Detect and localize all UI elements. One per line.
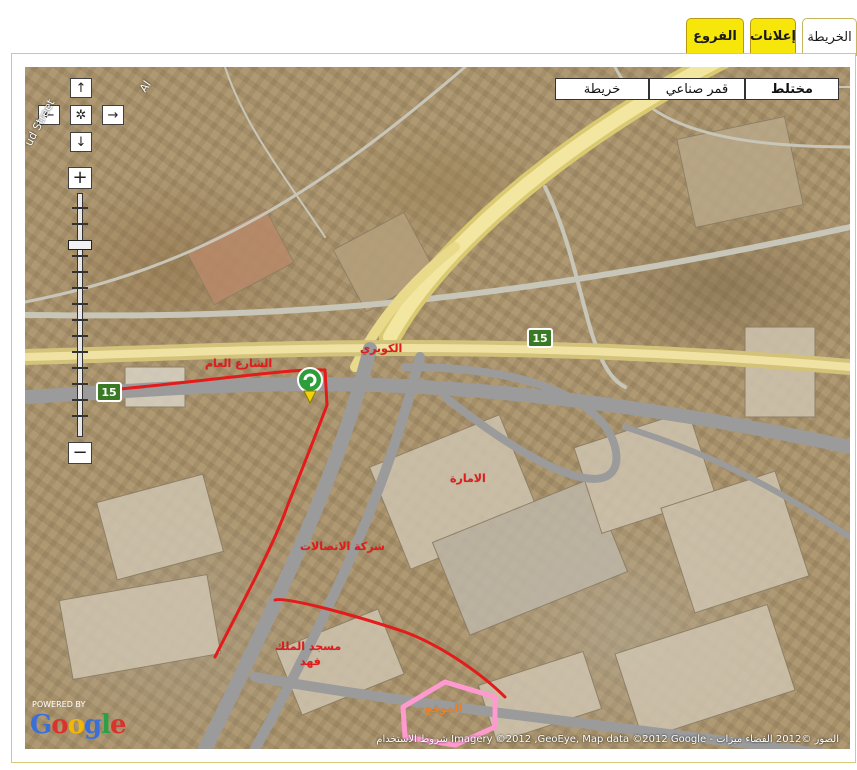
zoom-in-button[interactable]: + [68, 167, 92, 189]
map-type-hybrid-button[interactable]: مختلط [745, 78, 839, 100]
label-telecom-company: شركة الاتصالات [300, 540, 385, 553]
zoom-slider-thumb[interactable] [68, 240, 92, 250]
google-logo-letter: G [30, 710, 52, 740]
map-attribution[interactable]: شروط الاستخدام Imagery ©2012 ,GeoEye, Ma… [376, 734, 839, 745]
pan-center-button[interactable]: ✲ [70, 105, 92, 125]
tab-map[interactable]: الخريطة [802, 18, 857, 56]
zoom-out-button[interactable]: − [68, 442, 92, 464]
zoom-tick [72, 287, 88, 289]
tab-branches[interactable]: الفروع [686, 18, 744, 54]
label-mosque: مسجد الملك [275, 640, 342, 653]
google-logo-letter: o [67, 710, 85, 740]
location-marker-icon[interactable] [296, 367, 324, 405]
powered-by-text: POWERED BY [32, 700, 86, 709]
google-logo[interactable]: Google [30, 710, 127, 740]
map-roads-layer [25, 67, 850, 749]
zoom-tick [72, 351, 88, 353]
map-pin-icon [297, 367, 323, 405]
map-type-satellite-button[interactable]: قمر صناعي [649, 78, 745, 100]
zoom-tick [72, 383, 88, 385]
zoom-tick [72, 207, 88, 209]
satellite-map[interactable] [25, 67, 850, 749]
zoom-tick [72, 367, 88, 369]
map-type-map-button[interactable]: خريطة [555, 78, 649, 100]
tab-ads[interactable]: إعلانات [750, 18, 796, 54]
zoom-tick [72, 223, 88, 225]
google-logo-letter: o [51, 710, 68, 740]
road-shield-15: 15 [527, 328, 553, 348]
zoom-tick [72, 303, 88, 305]
pan-up-button[interactable]: ↑ [70, 78, 92, 98]
zoom-tick [72, 319, 88, 321]
zoom-tick [72, 255, 88, 257]
label-bridge: الكوبري [360, 342, 403, 355]
zoom-tick [72, 335, 88, 337]
label-main-street: الشارع العام [205, 357, 273, 370]
google-logo-letter: g [83, 710, 102, 740]
road-shield-15: 15 [96, 382, 122, 402]
zoom-tick [72, 399, 88, 401]
zoom-tick [72, 271, 88, 273]
google-logo-letter: l [101, 710, 111, 740]
pan-right-button[interactable]: → [102, 105, 124, 125]
zoom-tick [72, 415, 88, 417]
label-emirate: الامارة [450, 472, 486, 485]
pan-down-button[interactable]: ↓ [70, 132, 92, 152]
zoom-slider[interactable] [68, 193, 92, 437]
label-mosque: فهد [300, 655, 321, 668]
label-location: الموقع [425, 702, 462, 715]
google-logo-letter: e [109, 710, 127, 740]
